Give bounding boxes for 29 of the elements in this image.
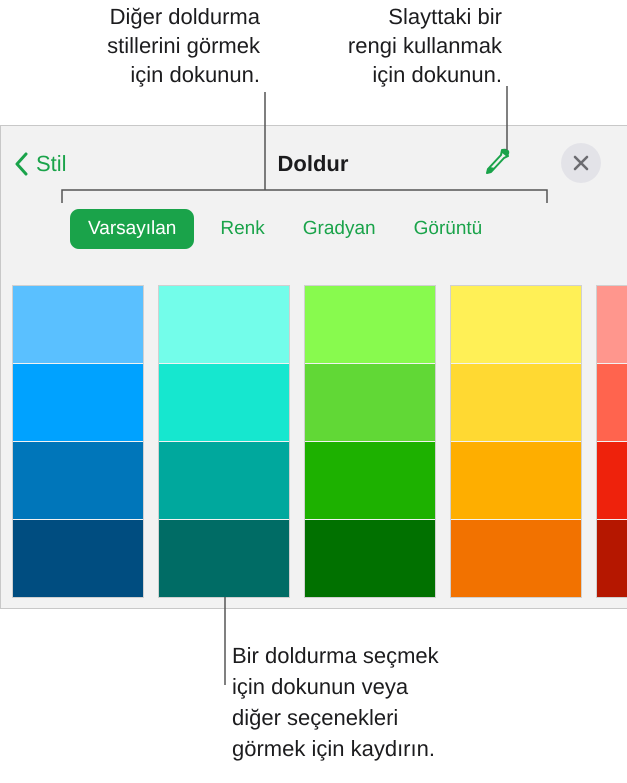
color-swatch[interactable] <box>451 442 581 519</box>
segment-tab[interactable]: Görüntü <box>402 209 494 249</box>
color-swatch[interactable] <box>451 286 581 363</box>
color-swatch[interactable] <box>159 520 289 597</box>
color-swatch[interactable] <box>305 286 435 363</box>
color-swatch[interactable] <box>13 364 143 441</box>
color-swatch[interactable] <box>451 520 581 597</box>
color-swatch[interactable] <box>305 520 435 597</box>
color-swatch[interactable] <box>305 442 435 519</box>
color-swatch[interactable] <box>451 364 581 441</box>
callout-text: Slayttaki bir rengi kullanmak için dokunun. <box>346 3 502 89</box>
color-swatch[interactable] <box>159 364 289 441</box>
callout-text: Bir doldurma seçmek için dokunun veya diğer seçenekleri görmek için kaydırın. <box>232 642 440 763</box>
color-swatch[interactable] <box>13 442 143 519</box>
segment-tab[interactable]: Varsayılan <box>70 209 194 249</box>
color-swatch[interactable] <box>159 442 289 519</box>
close-icon <box>573 155 589 171</box>
segment-tab[interactable]: Renk <box>208 209 277 249</box>
color-swatch[interactable] <box>13 520 143 597</box>
back-button[interactable]: Stil <box>14 147 67 180</box>
callout-text: Diğer doldurma stillerini görmek için dokunun. <box>106 3 260 89</box>
eyedropper-icon[interactable] <box>483 147 511 177</box>
segment-tab[interactable]: Gradyan <box>290 209 388 249</box>
color-swatch[interactable] <box>13 286 143 363</box>
panel-title: Doldur <box>276 150 350 178</box>
color-swatch[interactable] <box>159 286 289 363</box>
color-swatch[interactable] <box>305 364 435 441</box>
chevron-icon <box>14 152 28 176</box>
leader-line <box>506 86 508 150</box>
